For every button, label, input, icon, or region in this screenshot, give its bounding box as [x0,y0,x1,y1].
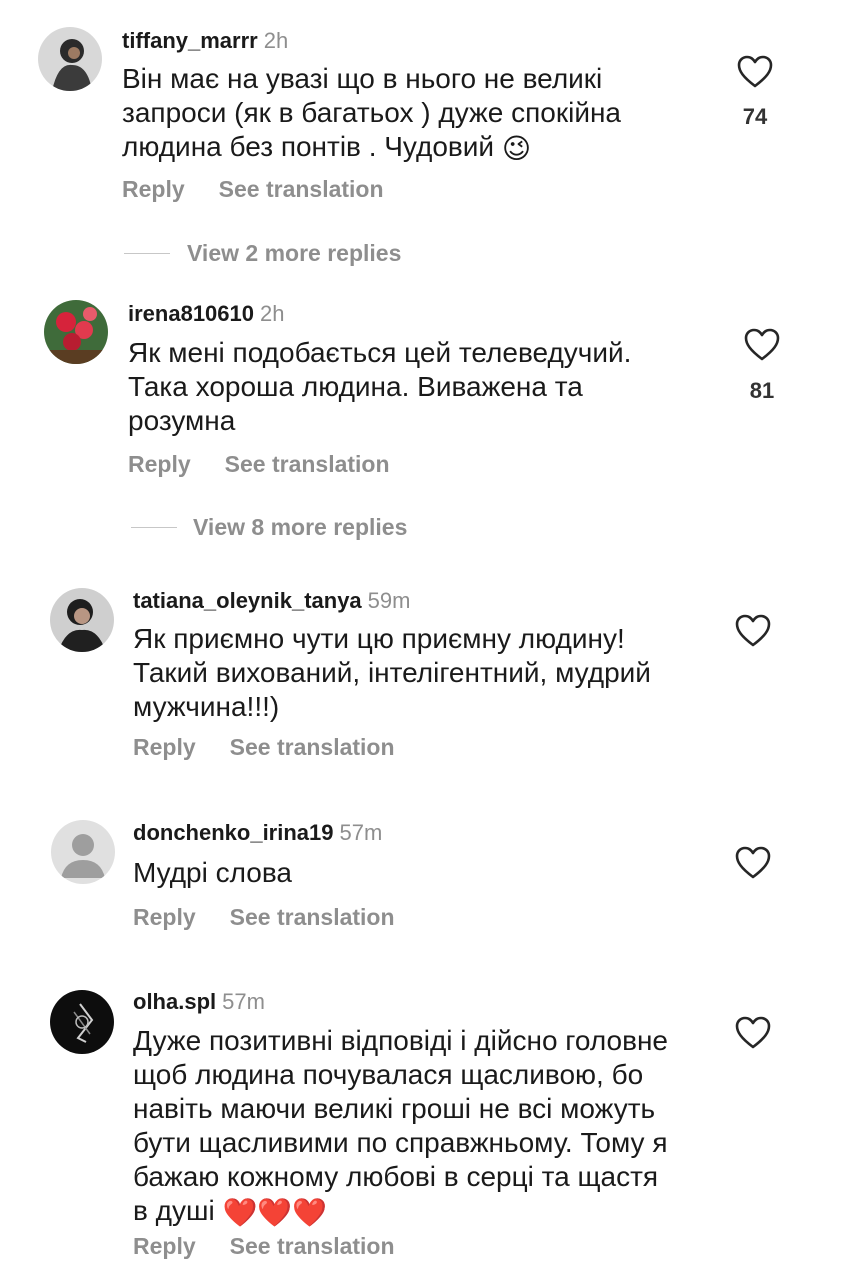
comment-text: Мудрі слова [133,856,733,890]
comment-header: donchenko_irina19 57m [133,820,382,846]
comment-text: Як приємно чути цю приємну людину! Такий… [133,622,733,724]
reply-button[interactable]: Reply [128,451,191,477]
comment-line: Мудрі слова [133,857,292,888]
comment-line: навіть маючи великі гроші не всі можуть [133,1093,656,1124]
comment-line: бути щасливими по справжньому. Тому я [133,1127,668,1158]
comment-actions: Reply See translation [133,904,395,931]
timestamp: 2h [260,301,285,326]
like-count: 81 [749,378,775,403]
like-heart-icon[interactable] [737,55,773,89]
comment-line: розумна [128,405,236,436]
view-more-replies-button[interactable]: View 8 more replies [193,514,407,541]
see-translation-button[interactable]: See translation [230,1233,395,1259]
comment-header: olha.spl 57m [133,989,265,1015]
comment-actions: Reply See translation [133,734,395,761]
reply-button[interactable]: Reply [122,176,185,202]
timestamp: 57m [222,989,265,1014]
like-heart-icon[interactable] [735,1016,771,1050]
reply-button[interactable]: Reply [133,904,196,930]
comment-header: irena810610 2h [128,301,284,327]
comment-actions: Reply See translation [122,176,384,203]
timestamp: 57m [339,820,383,845]
timestamp: 2h [263,28,289,53]
see-translation-button[interactable]: See translation [225,451,390,477]
avatar[interactable] [50,990,114,1054]
comment-line: щоб людина почувалася щасливою, бо [133,1059,644,1090]
like-count: 74 [742,104,768,129]
see-translation-button[interactable]: See translation [230,904,395,930]
red-heart-emoji-icon: ❤️❤️❤️ [222,1196,328,1228]
comment-actions: Reply See translation [133,1233,395,1260]
replies-divider [124,253,170,254]
replies-divider [131,527,177,528]
comment-line: Така хороша людина. Виважена та [128,371,583,402]
avatar[interactable] [50,588,114,652]
comment-line: Він має на увазі що в нього не великі [122,63,603,94]
comment-line: Такий вихований, інтелігентний, мудрий [133,657,651,688]
comment-line: Як мені подобається цей телеведучий. [128,337,632,368]
reply-button[interactable]: Reply [133,1233,196,1259]
like-heart-icon[interactable] [735,846,771,880]
comment-text: Дуже позитивні відповіді і дійсно головн… [133,1024,713,1230]
comment-line: Дуже позитивні відповіді і дійсно головн… [133,1025,668,1056]
username[interactable]: donchenko_irina19 [133,820,334,845]
view-more-replies-button[interactable]: View 2 more replies [187,240,401,267]
comment-text: Як мені подобається цей телеведучий. Так… [128,336,728,438]
timestamp: 59m [367,588,411,613]
comment-header: tatiana_oleynik_tanya 59m [133,588,410,614]
comment-text: Він має на увазі що в нього не великі за… [122,62,722,166]
username[interactable]: tiffany_marrr [122,28,258,53]
comment-line: запроси (як в багатьох ) дуже спокійна [122,97,621,128]
username[interactable]: olha.spl [133,989,216,1014]
like-heart-icon[interactable] [744,328,780,362]
username[interactable]: tatiana_oleynik_tanya [133,588,362,613]
avatar[interactable] [38,27,102,91]
comment-line: бажаю кожному любові в серці та щастя [133,1161,659,1192]
username[interactable]: irena810610 [128,301,254,326]
avatar[interactable] [44,300,108,364]
comment-line: Як приємно чути цю приємну людину! [133,623,625,654]
see-translation-button[interactable]: See translation [219,176,384,202]
wink-emoji-icon: 😉 [501,132,532,164]
see-translation-button[interactable]: See translation [230,734,395,760]
comment-line: в душі ❤️❤️❤️ [133,1195,328,1228]
comment-line: мужчина!!!) [133,691,280,722]
comment-line: людина без понтів . Чудовий 😉 [122,131,532,164]
comment-actions: Reply See translation [128,451,390,478]
reply-button[interactable]: Reply [133,734,196,760]
comment-header: tiffany_marrr 2h [122,28,288,54]
avatar-placeholder[interactable] [51,820,115,884]
like-heart-icon[interactable] [735,614,771,648]
